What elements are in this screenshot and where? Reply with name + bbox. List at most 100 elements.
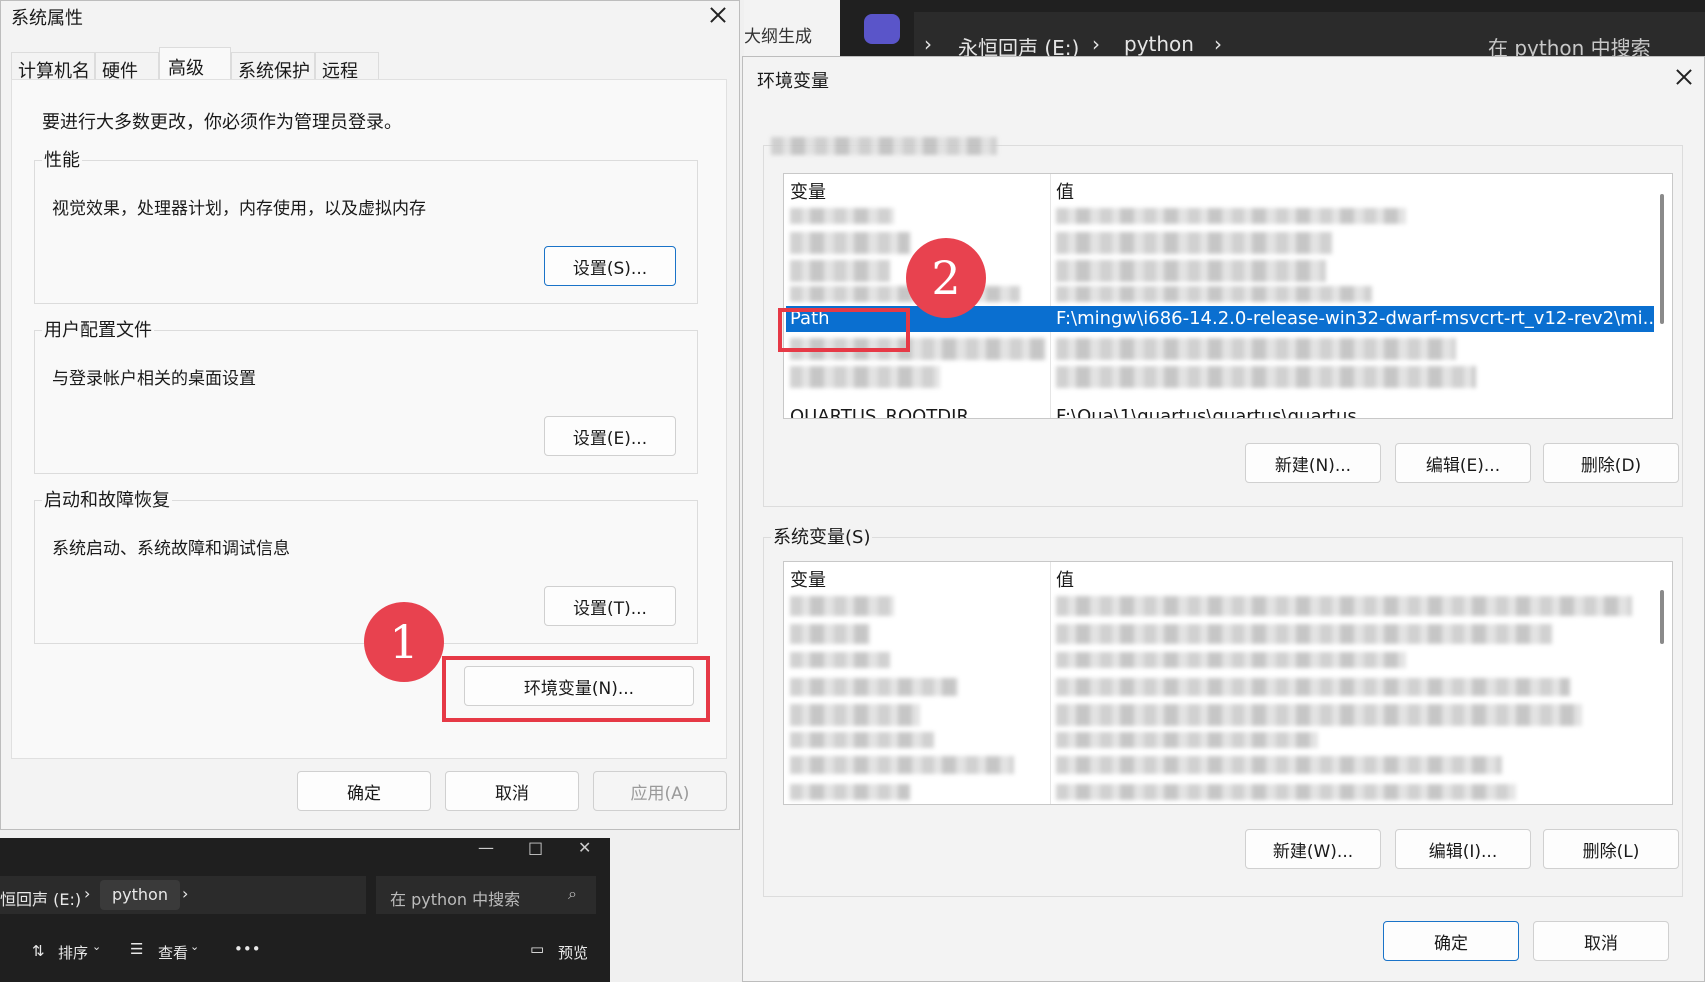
table-row-value	[1056, 732, 1318, 748]
profiles-desc: 与登录帐户相关的桌面设置	[52, 369, 256, 389]
step-2-highlight	[778, 308, 910, 352]
search-icon: ⌕	[568, 884, 577, 903]
table-row[interactable]	[790, 756, 1014, 774]
explorer-toolbar: ⇅ 排序 ⌄ ☰ 查看 ⌄ ••• ▭ 预览	[0, 930, 610, 974]
ok-button[interactable]: 确定	[1383, 921, 1519, 961]
breadcrumb-drive[interactable]: 恒回声 (E:)	[0, 886, 81, 910]
cancel-button[interactable]: 取消	[1533, 921, 1669, 961]
step-1-highlight	[442, 656, 710, 722]
table-row[interactable]	[790, 652, 890, 668]
close-icon[interactable]: ✕	[578, 838, 591, 857]
chevron-right-icon: ›	[1092, 32, 1100, 56]
table-row[interactable]	[790, 286, 1020, 302]
chevron-down-icon: ⌄	[190, 940, 200, 953]
performance-settings-button[interactable]: 设置(S)...	[544, 246, 676, 286]
breadcrumb-folder[interactable]: python	[1124, 32, 1194, 56]
scrollbar[interactable]	[1660, 590, 1664, 644]
column-header-variable[interactable]: 变量	[790, 178, 826, 204]
table-row-value	[1056, 596, 1632, 616]
environment-variables-dialog: 环境变量 变量 值 Path F:\mingw\i686-14.2.0-rele…	[742, 56, 1705, 982]
window-controls: — □ ✕	[460, 838, 610, 872]
step-2-badge: 2	[906, 238, 986, 318]
table-row[interactable]	[790, 732, 934, 748]
table-row-partial[interactable]: QUARTUS_ROOTDIR F:\Qua\1\quartus\quartus…	[790, 406, 1650, 419]
table-row-value	[1056, 366, 1476, 388]
table-row[interactable]	[790, 596, 894, 616]
sort-icon: ⇅	[32, 942, 45, 960]
tab-system-protection[interactable]: 系统保护	[231, 52, 315, 82]
profiles-settings-button[interactable]: 设置(E)...	[544, 416, 676, 456]
chevron-right-icon: ›	[924, 32, 932, 56]
chevron-right-icon: ›	[1214, 32, 1222, 56]
explorer-search-input[interactable]: 在 python 中搜索 ⌕	[376, 876, 596, 914]
row-variable-name: QUARTUS_ROOTDIR	[790, 406, 969, 419]
system-new-button[interactable]: 新建(W)...	[1245, 829, 1381, 869]
column-header-value[interactable]: 值	[1056, 566, 1074, 592]
system-delete-button[interactable]: 删除(L)	[1543, 829, 1679, 869]
maximize-icon[interactable]: □	[528, 838, 543, 857]
breadcrumb-folder[interactable]: python	[100, 880, 180, 910]
table-row-value	[1056, 232, 1332, 254]
dialog-title: 环境变量	[757, 71, 829, 92]
startup-settings-button[interactable]: 设置(T)...	[544, 586, 676, 626]
table-row[interactable]	[790, 784, 910, 800]
user-variables-label	[771, 137, 997, 155]
table-row[interactable]	[790, 678, 958, 696]
table-row[interactable]	[790, 208, 894, 224]
row-variable-value: F:\Qua\1\quartus\quartus\quartus	[1056, 406, 1357, 419]
background-search[interactable]: 在 python 中搜索	[1474, 12, 1705, 60]
system-variables-label: 系统变量(S)	[771, 523, 873, 549]
table-row[interactable]	[790, 366, 940, 388]
system-variables-table[interactable]: 变量 值	[783, 561, 1673, 805]
apply-button: 应用(A)	[593, 771, 727, 811]
sort-button[interactable]: 排序	[58, 942, 88, 963]
user-new-button[interactable]: 新建(N)...	[1245, 443, 1381, 483]
minimize-icon[interactable]: —	[478, 838, 494, 857]
tab-computer-name[interactable]: 计算机名	[11, 52, 95, 82]
explorer-breadcrumb: 恒回声 (E:) › python ›	[0, 876, 366, 914]
table-row-value	[1056, 286, 1372, 302]
user-delete-button[interactable]: 删除(D)	[1543, 443, 1679, 483]
preview-button[interactable]: 预览	[558, 942, 588, 963]
table-row-value	[1056, 338, 1456, 360]
column-header-value[interactable]: 值	[1056, 178, 1074, 204]
performance-label: 性能	[42, 146, 82, 172]
table-row-selected[interactable]: Path F:\mingw\i686-14.2.0-release-win32-…	[786, 306, 1660, 332]
table-row[interactable]	[790, 260, 890, 282]
admin-note: 要进行大多数更改，你必须作为管理员登录。	[42, 112, 402, 133]
chevron-right-icon: ›	[84, 884, 91, 903]
column-header-variable[interactable]: 变量	[790, 566, 826, 592]
table-row[interactable]	[790, 232, 910, 254]
table-row[interactable]	[790, 624, 870, 644]
top-tab[interactable]: 大纲生成	[744, 0, 840, 60]
gamepad-icon	[864, 14, 900, 44]
tab-hardware[interactable]: 硬件	[95, 52, 159, 82]
user-edit-button[interactable]: 编辑(E)...	[1395, 443, 1531, 483]
cancel-button[interactable]: 取消	[445, 771, 579, 811]
ok-button[interactable]: 确定	[297, 771, 431, 811]
scrollbar[interactable]	[1660, 194, 1664, 324]
step-1-badge: 1	[364, 602, 444, 682]
chevron-right-icon: ›	[182, 884, 189, 903]
column-divider[interactable]	[1050, 562, 1051, 804]
table-row[interactable]	[790, 704, 920, 726]
profiles-label: 用户配置文件	[42, 316, 154, 342]
tab-advanced[interactable]: 高级	[159, 47, 231, 81]
close-icon[interactable]	[703, 3, 733, 27]
dialog-title: 系统属性	[11, 8, 83, 29]
background-explorer-bottom: — □ ✕ 恒回声 (E:) › python › 在 python 中搜索 ⌕…	[0, 838, 610, 982]
search-placeholder: 在 python 中搜索	[390, 890, 521, 909]
view-button[interactable]: 查看	[158, 942, 188, 963]
table-row-value	[1056, 784, 1516, 800]
close-icon[interactable]	[1667, 63, 1701, 91]
view-icon: ☰	[130, 940, 144, 958]
chevron-down-icon: ⌄	[92, 940, 102, 953]
tab-strip: 计算机名 硬件 高级 系统保护 远程	[11, 47, 379, 82]
performance-desc: 视觉效果，处理器计划，内存使用，以及虚拟内存	[52, 199, 426, 219]
startup-label: 启动和故障恢复	[42, 486, 172, 512]
column-divider[interactable]	[1050, 174, 1051, 418]
tab-remote[interactable]: 远程	[315, 52, 379, 82]
background-explorer-top: 大纲生成 › 永恒回声 (E:) › python › 在 python 中搜索	[744, 0, 1705, 60]
system-edit-button[interactable]: 编辑(I)...	[1395, 829, 1531, 869]
more-button[interactable]: •••	[234, 940, 261, 958]
